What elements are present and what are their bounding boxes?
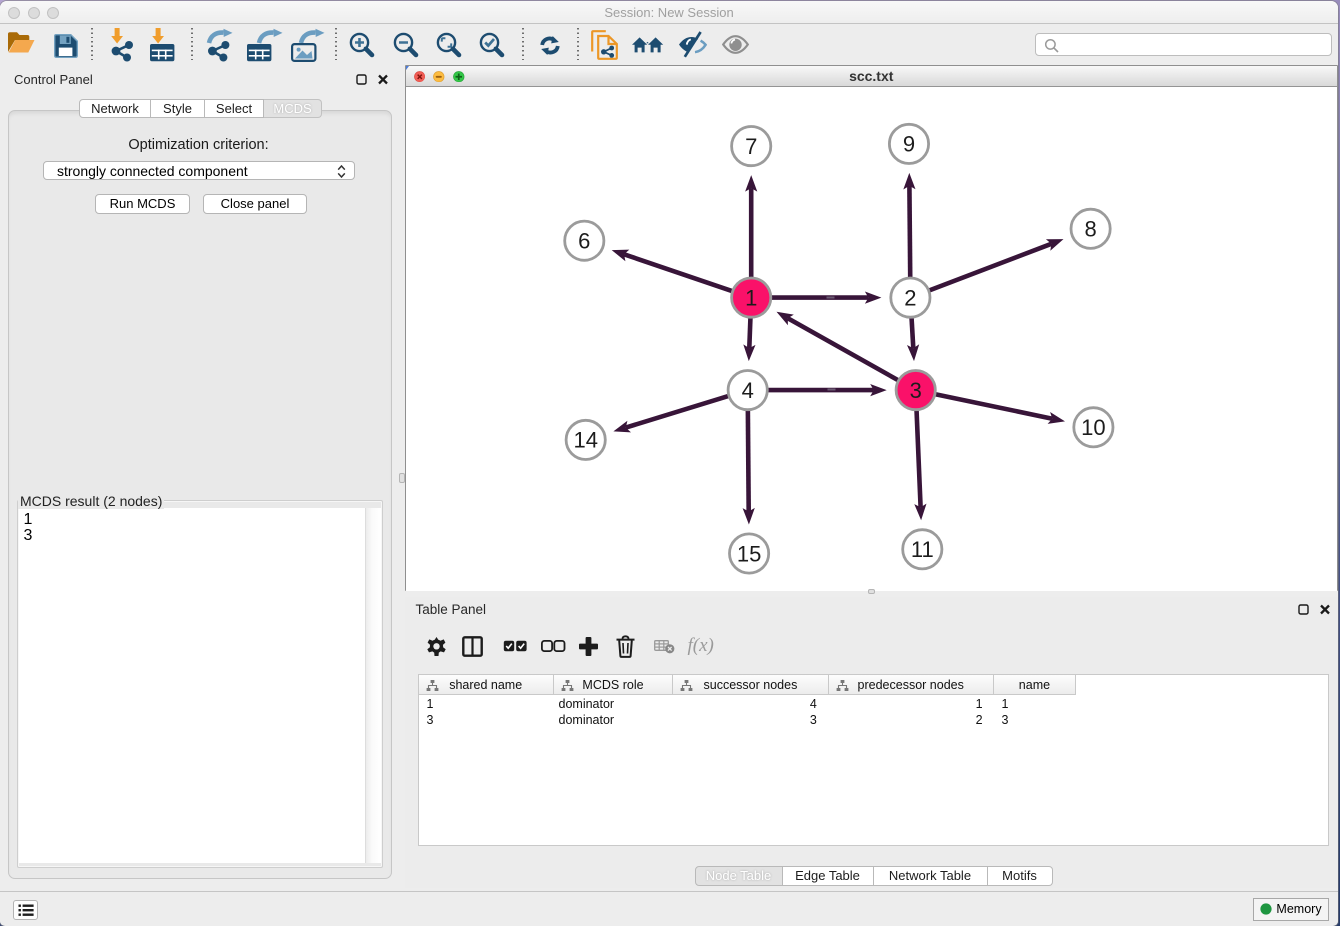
svg-text:6: 6	[578, 228, 590, 253]
svg-text:9: 9	[902, 131, 914, 156]
svg-text:14: 14	[573, 427, 597, 452]
svg-text:4: 4	[741, 377, 753, 402]
svg-text:1: 1	[745, 285, 757, 310]
svg-text:3: 3	[909, 377, 921, 402]
svg-text:10: 10	[1081, 415, 1105, 440]
svg-text:15: 15	[736, 541, 760, 566]
svg-text:7: 7	[745, 133, 757, 158]
svg-text:2: 2	[904, 285, 916, 310]
svg-text:11: 11	[910, 537, 933, 562]
svg-text:8: 8	[1084, 216, 1096, 241]
